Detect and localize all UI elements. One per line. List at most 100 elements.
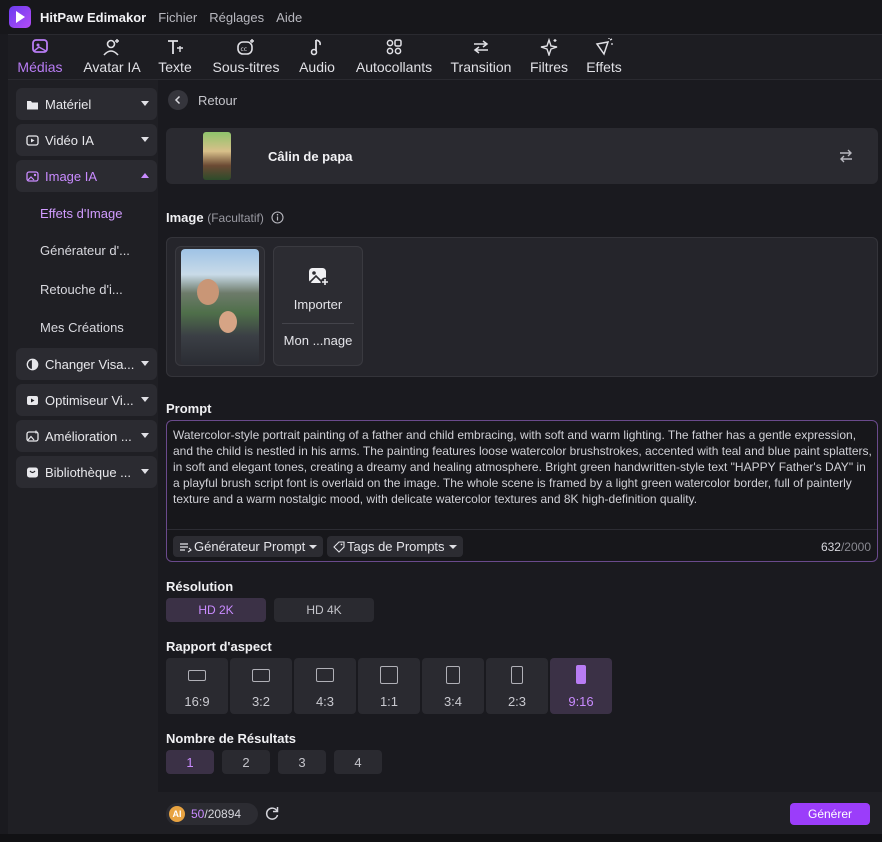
prompt-generator-icon [180, 542, 192, 552]
count-option-3[interactable]: 3 [278, 750, 326, 774]
tab-sous-titres[interactable]: cc Sous-titres [208, 35, 284, 79]
transition-icon [473, 40, 489, 54]
title-bar: HitPaw Edimakor Fichier Réglages Aide [0, 0, 882, 34]
aspect-2-3[interactable]: 2:3 [486, 658, 548, 714]
sidebar-item-label: Image IA [45, 168, 98, 184]
sidebar-item-label: Changer Visa... [45, 356, 135, 372]
ratio-shape-icon [380, 666, 398, 684]
prompt-text[interactable]: Watercolor-style portrait painting of a … [173, 427, 873, 507]
refresh-icon[interactable] [264, 805, 280, 821]
import-button[interactable]: Importer Mon ...nage [273, 246, 363, 366]
prompt-tags-label: Tags de Prompts [347, 539, 445, 554]
aspect-label: 1:1 [379, 694, 399, 709]
filters-icon [540, 38, 558, 56]
char-count-max: /2000 [840, 540, 871, 554]
video-ai-icon [26, 134, 39, 147]
sidebar-subitem-effets-image[interactable]: Effets d'Image [40, 206, 122, 221]
chevron-left-icon [174, 95, 181, 105]
prompt-toolbar: Générateur Prompt Tags de Prompts 632/20… [167, 529, 877, 561]
stickers-icon [386, 39, 402, 55]
resolution-2k[interactable]: HD 2K [166, 598, 266, 622]
app-logo-icon [9, 6, 31, 28]
tab-filtres[interactable]: Filtres [526, 35, 572, 79]
sidebar-subitem-generateur[interactable]: Générateur d'... [40, 243, 130, 258]
tab-effets[interactable]: Effets [582, 35, 626, 79]
sidebar-item-video-ia[interactable]: Vidéo IA [16, 124, 157, 156]
count-option-2[interactable]: 2 [222, 750, 270, 774]
tab-filtres-label: Filtres [529, 59, 569, 75]
aspect-1-1[interactable]: 1:1 [358, 658, 420, 714]
sidebar-subitem-retouche[interactable]: Retouche d'i... [40, 282, 123, 297]
chevron-down-icon [141, 137, 149, 142]
sidebar-item-amelioration[interactable]: Amélioration ... [16, 420, 157, 452]
tab-texte-label: Texte [158, 59, 192, 75]
uploaded-photo [181, 249, 259, 365]
resolution-4k[interactable]: HD 4K [274, 598, 374, 622]
tab-autocollants-label: Autocollants [355, 59, 433, 75]
tab-texte[interactable]: Texte [154, 35, 196, 79]
sidebar-item-label: Matériel [45, 96, 92, 112]
info-icon[interactable] [270, 211, 284, 224]
aspect-4-3[interactable]: 4:3 [294, 658, 356, 714]
tab-sous-titres-label: Sous-titres [212, 59, 280, 75]
sidebar-subitem-mes-creations[interactable]: Mes Créations [40, 320, 124, 335]
aspect-ratio-title: Rapport d'aspect [166, 639, 272, 654]
count-option-4[interactable]: 4 [334, 750, 382, 774]
face-swap-icon [26, 358, 39, 371]
menu-reglages[interactable]: Réglages [209, 10, 264, 25]
aspect-9-16[interactable]: 9:16 [550, 658, 612, 714]
ratio-shape-icon [188, 670, 206, 681]
sidebar-item-label: Vidéo IA [45, 132, 94, 148]
back-label[interactable]: Retour [198, 93, 237, 108]
chevron-down-icon [448, 544, 457, 549]
folder-icon [26, 98, 39, 111]
ratio-shape-icon [252, 669, 270, 682]
video-optimizer-icon [26, 394, 39, 407]
tag-icon [333, 540, 345, 553]
audio-icon [310, 39, 321, 56]
my-images-label[interactable]: Mon ...nage [274, 333, 362, 348]
tab-autocollants[interactable]: Autocollants [352, 35, 436, 79]
chevron-down-icon [141, 433, 149, 438]
aspect-label: 4:3 [315, 694, 335, 709]
swap-icon[interactable] [838, 148, 854, 164]
back-button[interactable] [168, 90, 188, 110]
prompt-generator-dropdown[interactable]: Générateur Prompt [173, 536, 324, 557]
sidebar-item-changer-visage[interactable]: Changer Visa... [16, 348, 157, 380]
sidebar-item-materiel[interactable]: Matériel [16, 88, 157, 120]
tab-audio-label: Audio [299, 59, 335, 75]
aspect-label: 3:4 [443, 694, 463, 709]
sidebar-item-optimiseur-video[interactable]: Optimiseur Vi... [16, 384, 157, 416]
selected-style-card[interactable]: Câlin de papa [166, 128, 878, 184]
tab-transition[interactable]: Transition [448, 35, 514, 79]
chevron-down-icon [141, 469, 149, 474]
aspect-label: 9:16 [568, 694, 594, 709]
text-icon [168, 40, 183, 54]
aspect-3-2[interactable]: 3:2 [230, 658, 292, 714]
uploaded-image[interactable] [175, 246, 265, 366]
count-option-1[interactable]: 1 [166, 750, 214, 774]
tab-medias[interactable]: Médias [14, 35, 66, 79]
generate-button[interactable]: Générer [790, 803, 870, 825]
sidebar-item-image-ia[interactable]: Image IA [16, 160, 157, 192]
menu-fichier[interactable]: Fichier [158, 10, 197, 25]
credits-used: 50 [191, 807, 205, 821]
aspect-3-4[interactable]: 3:4 [422, 658, 484, 714]
tab-avatar-ia[interactable]: Avatar IA [78, 35, 146, 79]
aspect-16-9[interactable]: 16:9 [166, 658, 228, 714]
prompt-textarea[interactable]: Watercolor-style portrait painting of a … [166, 420, 878, 562]
prompt-tags-dropdown[interactable]: Tags de Prompts [327, 536, 463, 557]
results-count-title: Nombre de Résultats [166, 731, 297, 746]
sidebar-item-label: Bibliothèque ... [45, 464, 132, 480]
image-upload-panel: Importer Mon ...nage [166, 237, 878, 377]
menu-aide[interactable]: Aide [276, 10, 302, 25]
tab-audio[interactable]: Audio [294, 35, 340, 79]
style-thumbnail [203, 132, 231, 180]
sidebar-item-label: Amélioration ... [45, 428, 132, 444]
chevron-down-icon [141, 397, 149, 402]
sidebar-item-bibliotheque[interactable]: Bibliothèque ... [16, 456, 157, 488]
chevron-up-icon [141, 173, 149, 178]
footer-bar: AI 50 /20894 Générer [158, 792, 882, 834]
credits-total: /20894 [204, 807, 242, 821]
subtitles-icon: cc [237, 39, 254, 55]
